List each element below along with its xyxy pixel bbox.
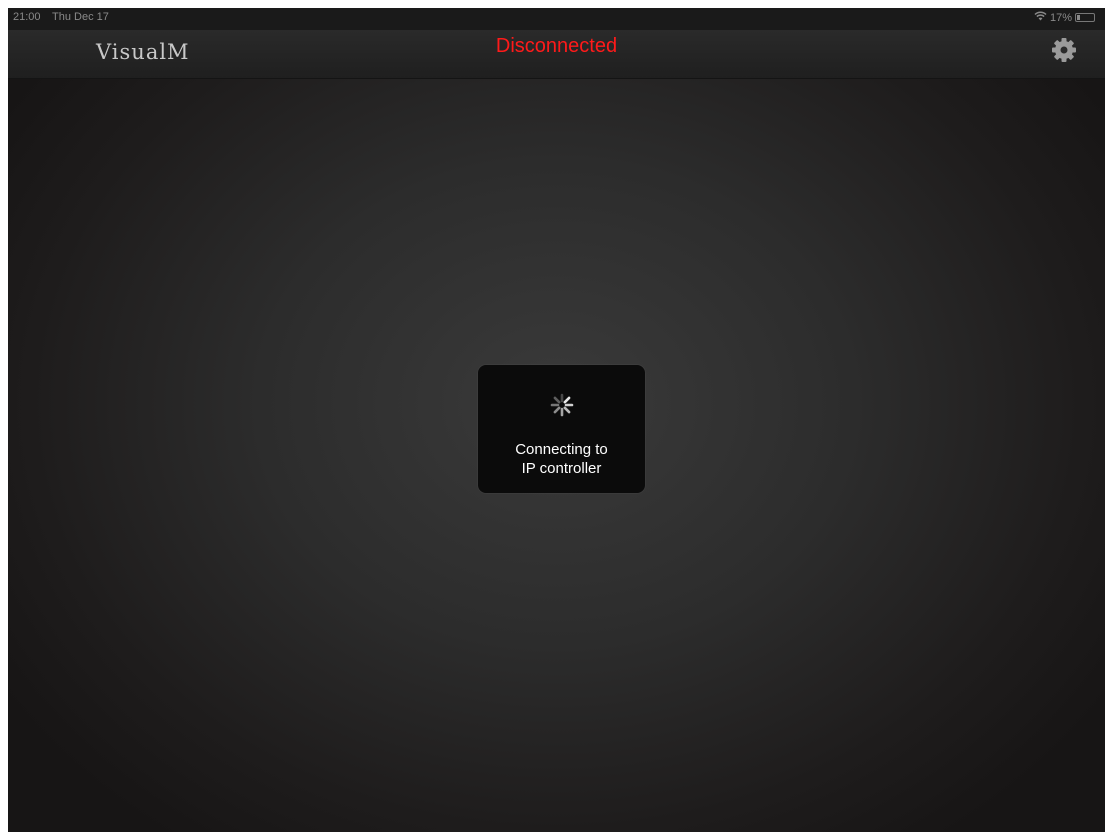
app-screen: 21:00 Thu Dec 17 17% VisualM Disconnecte… <box>8 8 1105 832</box>
spinner-spoke <box>563 396 571 404</box>
battery-fill <box>1077 15 1080 20</box>
spinner-spoke <box>553 406 561 414</box>
loading-hud: Connecting to IP controller <box>478 365 645 493</box>
status-bar: 21:00 Thu Dec 17 17% <box>8 8 1105 30</box>
loading-message-line1: Connecting to <box>515 441 608 458</box>
loading-message-line2: IP controller <box>521 460 602 477</box>
battery-icon <box>1075 13 1095 22</box>
spinner-spoke <box>553 396 561 404</box>
activity-spinner-icon <box>550 393 574 417</box>
settings-button[interactable] <box>1049 35 1079 65</box>
nav-bar: VisualM Disconnected <box>8 30 1105 79</box>
status-time: 21:00 <box>13 11 41 23</box>
spinner-spoke <box>563 406 571 414</box>
battery-percent: 17% <box>1049 11 1072 24</box>
wifi-icon <box>1034 11 1047 24</box>
status-indicators: 17% <box>1034 11 1095 24</box>
status-date: Thu Dec 17 <box>52 11 109 23</box>
connection-status: Disconnected <box>495 35 618 57</box>
gear-icon <box>1052 38 1076 62</box>
